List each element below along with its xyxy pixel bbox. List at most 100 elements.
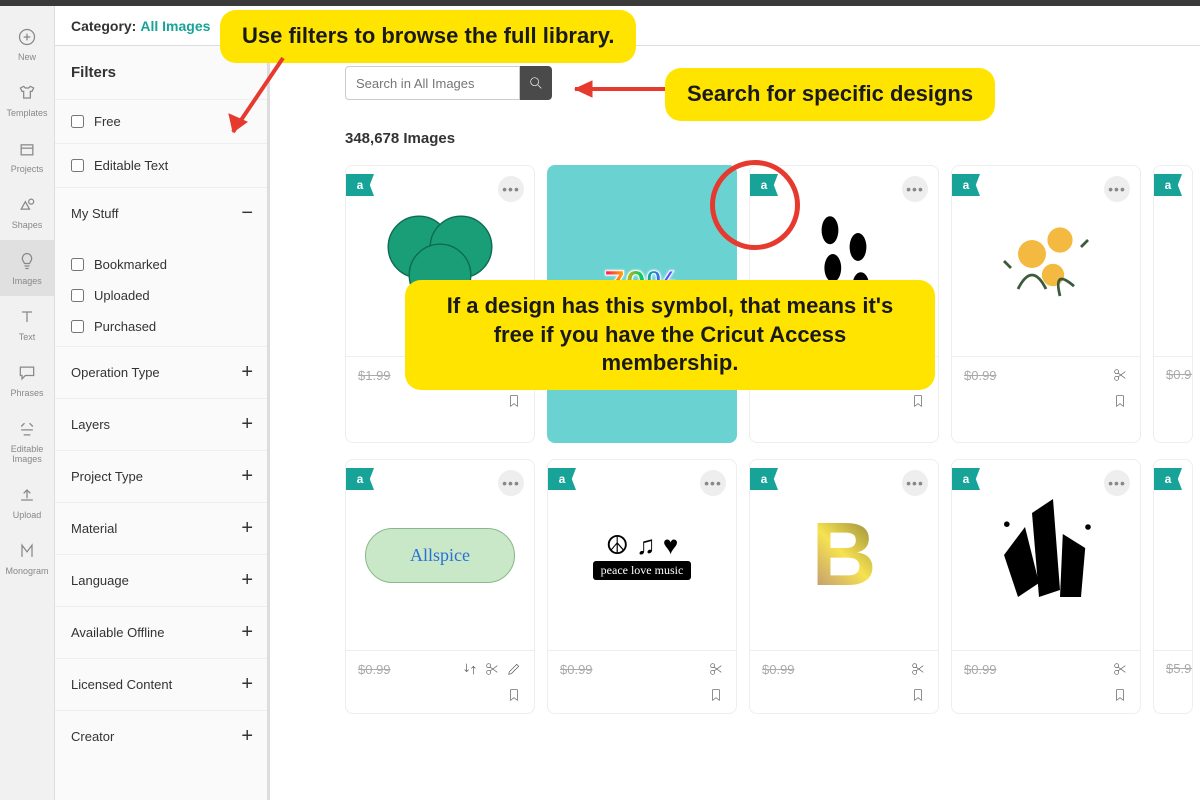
- price: $0.99: [1166, 367, 1193, 382]
- image-card[interactable]: a ••• $0.99: [951, 165, 1141, 443]
- more-menu-icon[interactable]: •••: [498, 176, 524, 202]
- filter-section-mystuff[interactable]: My Stuff−: [55, 187, 269, 239]
- annotation-circle-icon: [710, 160, 800, 250]
- checkbox[interactable]: [71, 320, 84, 333]
- artwork-preview: ☮ ♫ ♥peace love music: [572, 485, 712, 625]
- filter-section[interactable]: Creator+: [55, 710, 269, 762]
- monogram-icon: [16, 540, 38, 562]
- filter-section[interactable]: Material+: [55, 502, 269, 554]
- rail-projects[interactable]: Projects: [0, 128, 54, 184]
- category-value[interactable]: All Images: [140, 18, 210, 34]
- plus-icon: +: [241, 361, 253, 384]
- rail-monogram[interactable]: Monogram: [0, 530, 54, 586]
- access-badge-icon: a: [952, 468, 980, 490]
- annotation: Search for specific designs: [665, 68, 995, 121]
- more-menu-icon[interactable]: •••: [1104, 470, 1130, 496]
- filter-section[interactable]: Project Type+: [55, 450, 269, 502]
- more-menu-icon[interactable]: •••: [902, 176, 928, 202]
- shirt-icon: [16, 82, 38, 104]
- upload-icon: [16, 484, 38, 506]
- search-button[interactable]: [520, 66, 552, 100]
- price: $0.99: [358, 662, 391, 677]
- plus-icon: +: [241, 673, 253, 696]
- filter-section[interactable]: Layers+: [55, 398, 269, 450]
- image-card[interactable]: a ••• $0.99: [951, 459, 1141, 714]
- more-menu-icon[interactable]: •••: [1104, 176, 1130, 202]
- access-badge-icon: a: [346, 174, 374, 196]
- rail-text[interactable]: Text: [0, 296, 54, 352]
- image-card[interactable]: a ••• Allspice $0.99: [345, 459, 535, 714]
- checkbox[interactable]: [71, 115, 84, 128]
- image-card[interactable]: a ••• B $0.99: [749, 459, 939, 714]
- rail-editable-images[interactable]: Editable Images: [0, 408, 54, 474]
- filter-purchased[interactable]: Purchased: [71, 311, 253, 342]
- box-icon: [16, 138, 38, 160]
- rail-label: Templates: [6, 108, 47, 118]
- bookmark-icon[interactable]: [1112, 393, 1128, 409]
- price: $5.98: [1166, 661, 1193, 676]
- bookmark-icon[interactable]: [506, 393, 522, 409]
- bookmark-icon[interactable]: [910, 687, 926, 703]
- rail-label: Upload: [13, 510, 42, 520]
- more-menu-icon[interactable]: •••: [498, 470, 524, 496]
- filters-panel: Filters Free Editable Text My Stuff− Boo…: [55, 46, 270, 800]
- checkbox[interactable]: [71, 159, 84, 172]
- annotation-text: If a design has this symbol, that means …: [405, 280, 935, 390]
- rail-label: Phrases: [10, 388, 43, 398]
- more-menu-icon[interactable]: •••: [902, 470, 928, 496]
- filter-uploaded[interactable]: Uploaded: [71, 280, 253, 311]
- access-badge-icon: a: [1154, 468, 1182, 490]
- filter-section[interactable]: Operation Type+: [55, 346, 269, 398]
- image-card-partial[interactable]: a $0.99: [1153, 165, 1193, 443]
- pencil-icon: [506, 661, 522, 677]
- image-card[interactable]: a ••• ☮ ♫ ♥peace love music $0.99: [547, 459, 737, 714]
- bookmark-icon[interactable]: [506, 687, 522, 703]
- price: $0.99: [964, 368, 997, 383]
- rail-label: Projects: [11, 164, 44, 174]
- minus-icon: −: [241, 202, 253, 225]
- rail-phrases[interactable]: Phrases: [0, 352, 54, 408]
- rail-label: Images: [12, 276, 42, 286]
- shapes-icon: [16, 194, 38, 216]
- scissors-icon: [1112, 661, 1128, 677]
- more-menu-icon[interactable]: •••: [700, 470, 726, 496]
- plus-icon: +: [241, 621, 253, 644]
- access-badge-icon: a: [750, 468, 778, 490]
- plus-icon: +: [241, 413, 253, 436]
- access-badge-icon: a: [346, 468, 374, 490]
- result-count: 348,678 Images: [345, 130, 1200, 147]
- filter-bookmarked[interactable]: Bookmarked: [71, 249, 253, 280]
- rail-images[interactable]: Images: [0, 240, 54, 296]
- filter-section[interactable]: Language+: [55, 554, 269, 606]
- chat-icon: [16, 362, 38, 384]
- text-icon: [16, 306, 38, 328]
- checkbox[interactable]: [71, 258, 84, 271]
- price: $1.99: [358, 368, 391, 383]
- scissors-icon: [1112, 367, 1128, 383]
- plus-icon: +: [241, 465, 253, 488]
- category-label: Category:: [71, 18, 136, 34]
- artwork-preview: B: [774, 485, 914, 625]
- rail-templates[interactable]: Templates: [0, 72, 54, 128]
- rail-label: Editable Images: [0, 444, 54, 464]
- rail-new[interactable]: New: [0, 16, 54, 72]
- filter-section[interactable]: Licensed Content+: [55, 658, 269, 710]
- search-input[interactable]: [345, 66, 520, 100]
- checkbox[interactable]: [71, 289, 84, 302]
- price: $0.99: [964, 662, 997, 677]
- bookmark-icon[interactable]: [1112, 687, 1128, 703]
- price: $0.99: [762, 662, 795, 677]
- access-badge-icon: a: [548, 468, 576, 490]
- artwork-preview: [976, 191, 1116, 331]
- left-nav-rail: New Templates Projects Shapes Images Tex…: [0, 6, 55, 800]
- rail-upload[interactable]: Upload: [0, 474, 54, 530]
- bookmark-icon[interactable]: [910, 393, 926, 409]
- plus-icon: +: [241, 725, 253, 748]
- annotation: If a design has this symbol, that means …: [405, 280, 935, 390]
- plus-icon: +: [241, 517, 253, 540]
- filter-section[interactable]: Available Offline+: [55, 606, 269, 658]
- rail-label: New: [18, 52, 36, 62]
- rail-shapes[interactable]: Shapes: [0, 184, 54, 240]
- image-card-partial[interactable]: a $5.98: [1153, 459, 1193, 714]
- bookmark-icon[interactable]: [708, 687, 724, 703]
